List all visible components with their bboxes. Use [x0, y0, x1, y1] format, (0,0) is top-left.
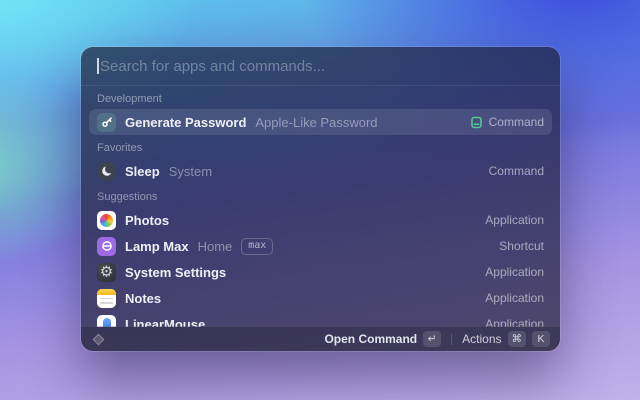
launcher-window: Development Generate Password Apple-Like… — [81, 47, 560, 351]
gear-glyph: ⚙ — [99, 263, 114, 280]
notes-icon — [97, 288, 116, 308]
search-bar — [81, 47, 560, 86]
item-title: Generate Password — [125, 114, 247, 130]
list-item-sleep[interactable]: Sleep System Command — [89, 158, 552, 184]
actions-button[interactable]: Actions — [462, 332, 501, 346]
text-caret — [97, 58, 99, 74]
item-subtitle: Apple-Like Password — [255, 114, 378, 130]
item-title: System Settings — [125, 264, 227, 280]
item-title: Photos — [125, 212, 170, 228]
list-item-generate-password[interactable]: Generate Password Apple-Like Password Co… — [89, 109, 552, 135]
lamp-icon — [97, 236, 116, 256]
key-icon — [97, 112, 116, 132]
status-bar: Open Command ↵ Actions ⌘ K — [81, 326, 560, 351]
search-input[interactable] — [81, 57, 560, 75]
open-command-button[interactable]: Open Command — [324, 332, 417, 346]
raycast-logo-icon — [91, 332, 106, 347]
item-title: Notes — [125, 290, 162, 306]
item-type: Command — [488, 115, 544, 129]
moon-icon — [97, 161, 116, 181]
section-label-suggestions: Suggestions — [97, 191, 158, 203]
footer-divider — [451, 333, 453, 345]
item-tag: max — [241, 237, 274, 255]
item-title: Lamp Max — [125, 238, 189, 254]
item-subtitle: Home — [197, 238, 233, 254]
k-key-badge: K — [532, 331, 550, 347]
section-label-development: Development — [97, 93, 162, 105]
terminal-window-icon — [470, 116, 483, 129]
item-subtitle: System — [168, 163, 213, 179]
item-type: Command — [488, 164, 544, 178]
cmd-key-badge: ⌘ — [507, 331, 526, 347]
list-item-notes[interactable]: Notes Application — [89, 285, 552, 311]
list-item-photos[interactable]: Photos Application — [89, 207, 552, 233]
section-label-favorites: Favorites — [97, 142, 143, 154]
return-key-badge: ↵ — [423, 331, 442, 347]
list-item-system-settings[interactable]: ⚙ System Settings Application — [89, 259, 552, 285]
item-type: Application — [485, 265, 544, 279]
item-title: Sleep — [125, 163, 160, 179]
item-type: Application — [485, 291, 544, 305]
gear-icon: ⚙ — [97, 262, 116, 282]
item-type: Application — [485, 213, 544, 227]
item-type: Shortcut — [499, 239, 544, 253]
list-item-lamp-max[interactable]: Lamp Max Home max Shortcut — [89, 233, 552, 259]
photos-flower-icon — [97, 210, 116, 230]
results-list: Development Generate Password Apple-Like… — [81, 86, 560, 327]
list-item-linearmouse[interactable]: LinearMouse Application — [89, 311, 552, 327]
